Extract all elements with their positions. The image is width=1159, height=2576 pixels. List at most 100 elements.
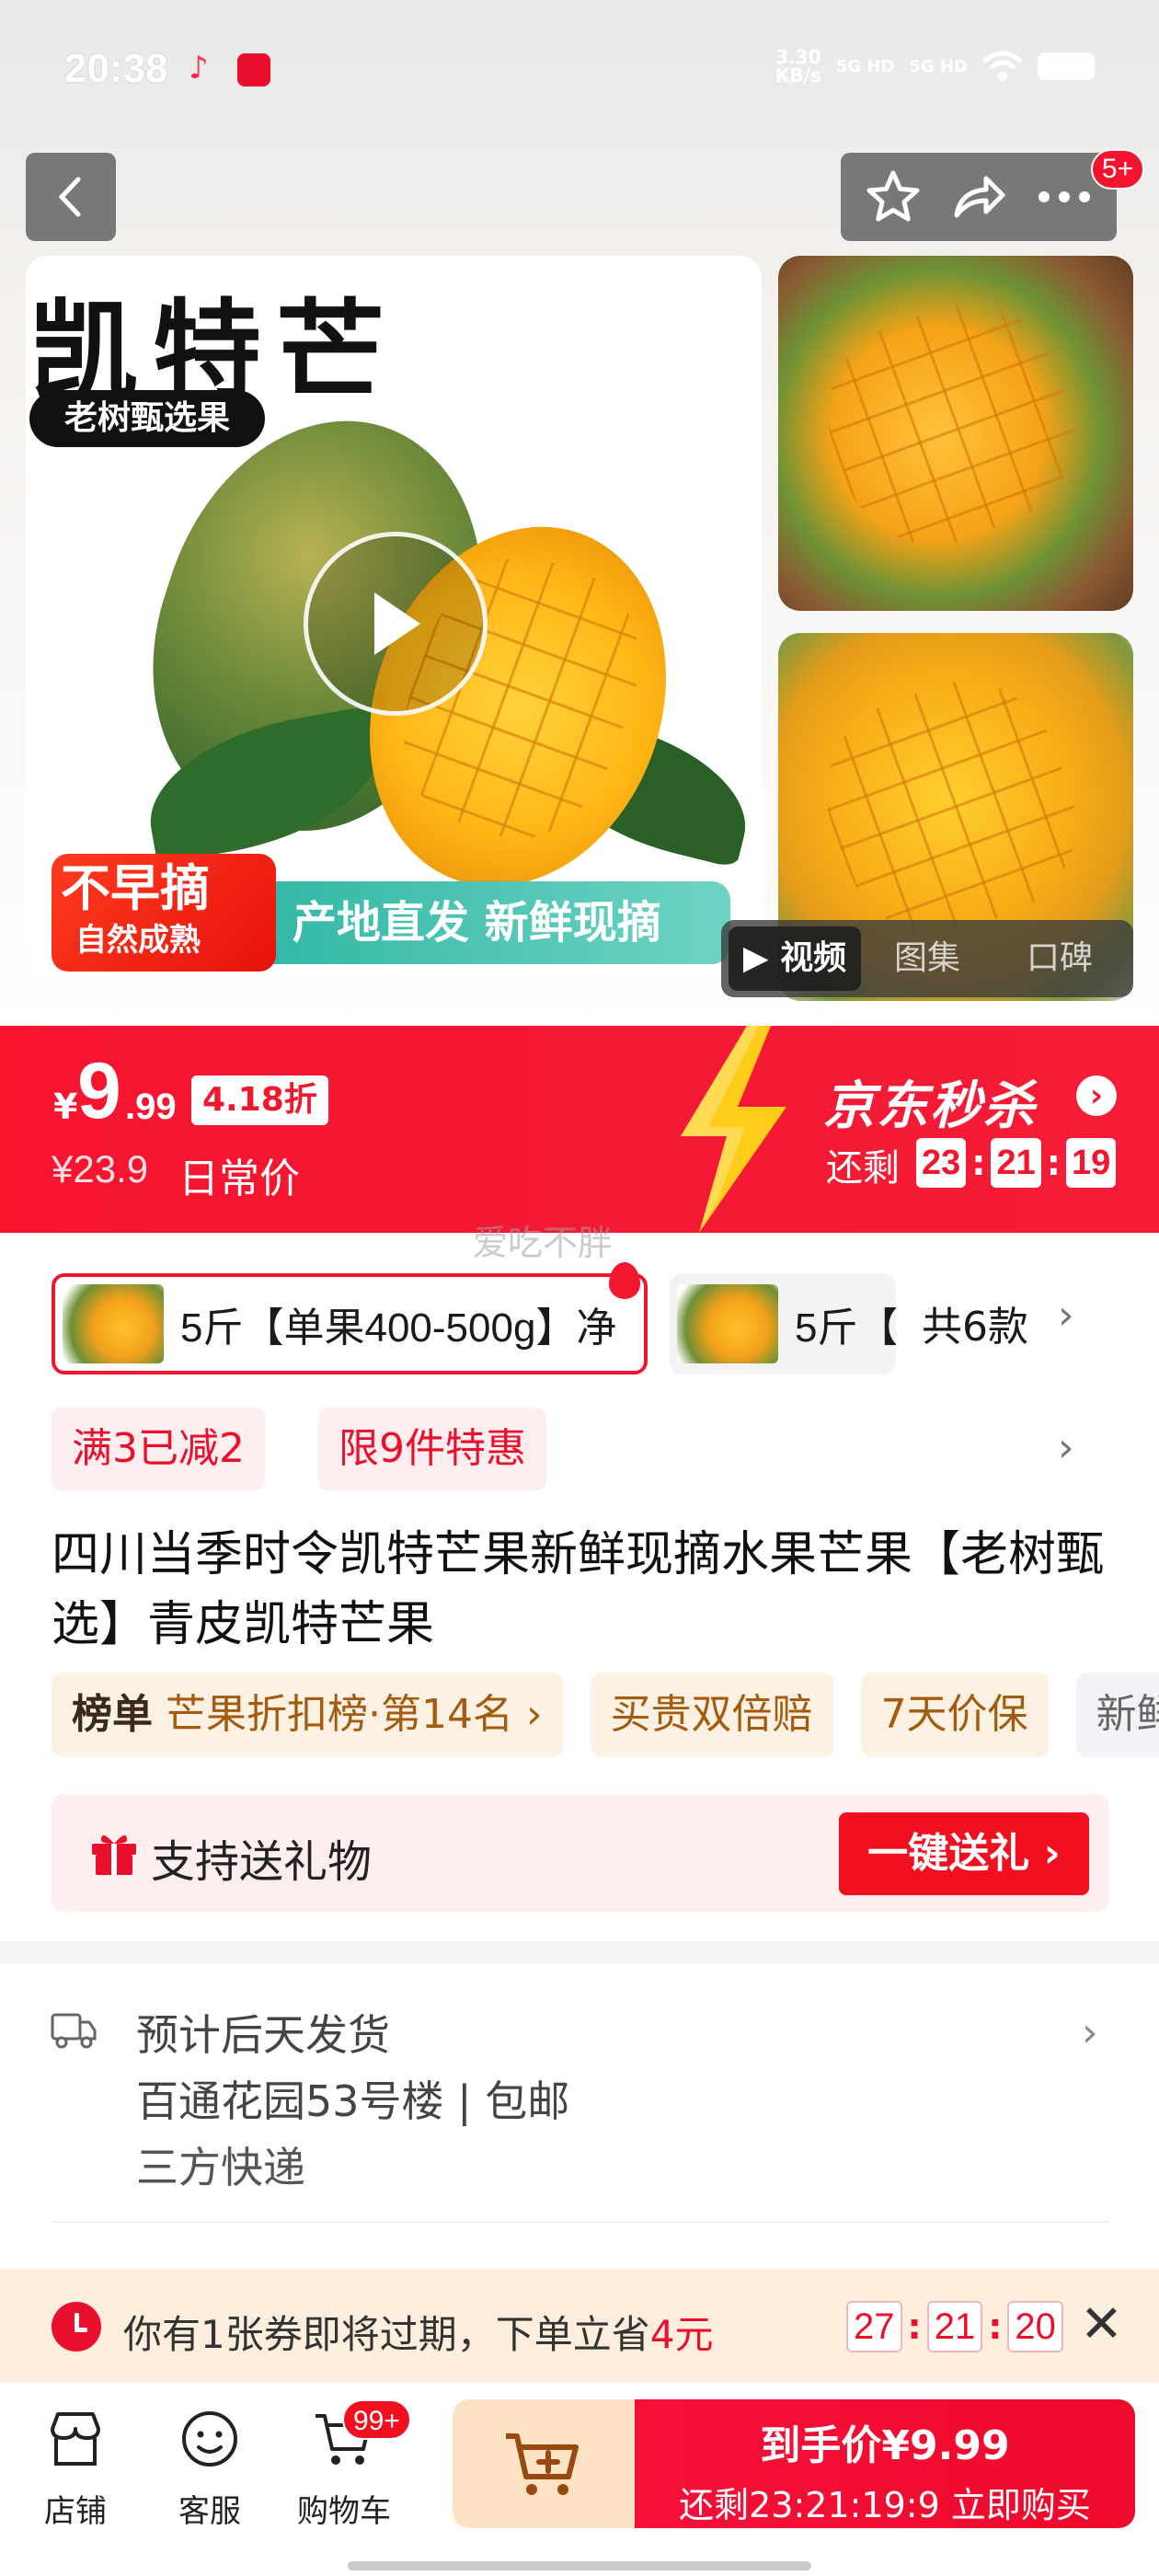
truck-icon (51, 2013, 97, 2049)
hot-icon (609, 1262, 640, 1299)
countdown-hours: 23 (916, 1138, 967, 1188)
add-to-cart-button[interactable] (453, 2399, 635, 2528)
buy-now-button[interactable]: 到手价¥9.99 还剩23:21:19:9 立即购买 (635, 2399, 1135, 2528)
promo-tag[interactable]: 限9件特惠 (318, 1408, 546, 1490)
thumbnail-image-1[interactable] (778, 256, 1133, 611)
lightning-icon (681, 1026, 786, 1233)
slogan-banner: 产地直发 新鲜现摘 (256, 881, 730, 964)
chevron-left-icon (58, 177, 81, 217)
status-bar: 20:38 ♪ 3.30 KB/s 5G HD 5G HD (0, 0, 1159, 147)
rank-tag[interactable]: 榜单 芒果折扣榜·第14名 › (52, 1673, 563, 1757)
buy-countdown: 还剩23:21:19:9 立即购买 (679, 2485, 1091, 2525)
chevron-right-icon[interactable]: › (1082, 2009, 1098, 2056)
coupon-countdown-minutes: 21 (926, 2301, 983, 2352)
more-icon (1039, 191, 1091, 202)
star-icon (866, 170, 920, 222)
coupon-amount: 4元 (649, 2312, 714, 2357)
status-right: 3.30 KB/s 5G HD 5G HD (775, 48, 1095, 85)
back-button[interactable] (26, 153, 116, 241)
close-icon[interactable]: ✕ (1080, 2294, 1123, 2354)
countdown-seconds: 19 (1065, 1138, 1117, 1188)
home-indicator (348, 2561, 811, 2570)
countdown-label: 还剩 (826, 1147, 900, 1190)
sku-option-label: 5斤【粗 (795, 1305, 896, 1351)
ripe-badge-line2: 自然成熟 (75, 922, 201, 959)
shipping-address[interactable]: 百通花园53号楼 | 包邮 (136, 2068, 569, 2129)
ripe-badge: 不早摘 自然成熟 (52, 854, 276, 972)
original-price: ¥23.9 (52, 1147, 149, 1190)
app-notification-icon (237, 53, 270, 86)
price-currency: ¥ (53, 1087, 78, 1127)
image-pill: 老树甄选果 (29, 390, 266, 447)
fresh-tag[interactable]: 新鲜 (1075, 1673, 1159, 1757)
tab-gallery[interactable]: 图集 (861, 926, 993, 991)
coupon-countdown-seconds: 20 (1007, 2301, 1063, 2352)
shipping-estimate[interactable]: 预计后天发货 (136, 2002, 390, 2063)
product-gallery: 20:38 ♪ 3.30 KB/s 5G HD 5G HD 5+ 凯特芒 老树甄… (0, 0, 1159, 1026)
gift-text: 支持送礼物 (151, 1836, 373, 1888)
clock-icon (52, 2302, 101, 2352)
coupon-text: 你有1张券即将过期，下单立省4元 (123, 2304, 713, 2360)
signal-2-icon: 5G HD (909, 56, 968, 76)
network-speed: 3.30 KB/s (775, 48, 821, 85)
sku-thumbnail (63, 1284, 164, 1363)
play-video-button[interactable] (304, 532, 488, 716)
coupon-countdown: 27: 21: 20 (846, 2301, 1063, 2352)
rank-tag-label: 榜单 (72, 1691, 153, 1738)
tab-video-label: 视频 (780, 939, 847, 977)
price-guarantee-tag[interactable]: 买贵双倍赔 (590, 1673, 833, 1757)
cart-count-badge: 99+ (342, 2399, 411, 2440)
main-product-image[interactable]: 凯特芒 老树甄选果 产地直发 新鲜现摘 不早摘 自然成熟 (26, 256, 762, 983)
sku-selector: 5斤【单果400-500g】净 5斤【粗 共6款 › (0, 1260, 1159, 1380)
section-divider (0, 1941, 1159, 1963)
shop-button[interactable]: 店铺 (11, 2407, 140, 2531)
coupon-countdown-hours: 27 (846, 2301, 902, 2352)
network-speed-unit: KB/s (775, 64, 821, 86)
coupon-reminder[interactable]: 你有1张券即将过期，下单立省4元 27: 21: 20 ✕ (0, 2269, 1159, 2383)
share-icon (954, 176, 1005, 218)
price-decimal: .99 (125, 1087, 177, 1127)
sku-option-label: 5斤【单果400-500g】净 (180, 1305, 617, 1351)
send-gift-button[interactable]: 一键送礼 › (839, 1812, 1089, 1895)
service-tags: 榜单 芒果折扣榜·第14名 › 买贵双倍赔 7天价保 新鲜 (52, 1673, 1159, 1757)
signal-1-icon: 5G HD (835, 56, 895, 76)
divider (52, 2221, 1109, 2223)
discount-badge: 4.18折 (191, 1075, 328, 1125)
buy-price: 到手价¥9.99 (760, 2422, 1010, 2469)
product-title: 四川当季时令凯特芒果新鲜现摘水果芒果【老树甄选】青皮凯特芒果 (52, 1527, 1105, 1652)
chevron-right-icon[interactable]: › (1058, 1292, 1074, 1339)
play-icon (374, 592, 420, 655)
ripe-badge-line1: 不早摘 (61, 859, 210, 917)
message-badge: 5+ (1091, 149, 1144, 190)
rank-tag-text: 芒果折扣榜·第14名 › (166, 1691, 543, 1738)
flash-countdown: 23: 21: 19 (916, 1138, 1117, 1188)
chevron-right-icon: › (1076, 1075, 1117, 1116)
sku-count[interactable]: 共6款 (922, 1294, 1028, 1352)
shop-watermark: 爱吃不胖 (473, 1223, 614, 1263)
sku-option-selected[interactable]: 5斤【单果400-500g】净 (52, 1273, 648, 1374)
sku-option[interactable]: 5斤【粗 (670, 1273, 896, 1374)
coupon-text-main: 你有1张券即将过期，下单立省 (123, 2312, 650, 2357)
countdown-minutes: 21 (991, 1138, 1041, 1188)
shop-label: 店铺 (44, 2493, 107, 2530)
more-button[interactable] (1031, 164, 1097, 230)
flash-sale-banner[interactable]: ¥ 9 .99 4.18折 ¥23.9 日常价 京东秒杀 › 还剩 23: 21… (0, 1026, 1159, 1233)
sku-thumbnail (677, 1284, 778, 1363)
price-protection-tag[interactable]: 7天价保 (860, 1673, 1049, 1757)
cart-label: 购物车 (297, 2493, 391, 2530)
price-integer: 9 (77, 1047, 121, 1135)
tab-video[interactable]: ▶ 视频 (729, 926, 861, 991)
favorite-button[interactable] (860, 164, 926, 230)
gift-banner: 支持送礼物 一键送礼 › (52, 1794, 1109, 1912)
smiley-icon (182, 2411, 237, 2467)
battery-icon (1038, 52, 1095, 80)
chevron-right-icon[interactable]: › (1058, 1424, 1074, 1471)
flash-sale-title: 京东秒杀 (823, 1076, 1037, 1136)
tiktok-icon: ♪ (189, 50, 209, 86)
customer-service-button[interactable]: 客服 (145, 2407, 274, 2531)
share-button[interactable] (946, 164, 1012, 230)
top-action-group (841, 153, 1117, 241)
status-time: 20:38 (64, 46, 168, 91)
promo-tag[interactable]: 满3已减2 (52, 1408, 265, 1490)
tab-reviews[interactable]: 口碑 (993, 926, 1126, 991)
